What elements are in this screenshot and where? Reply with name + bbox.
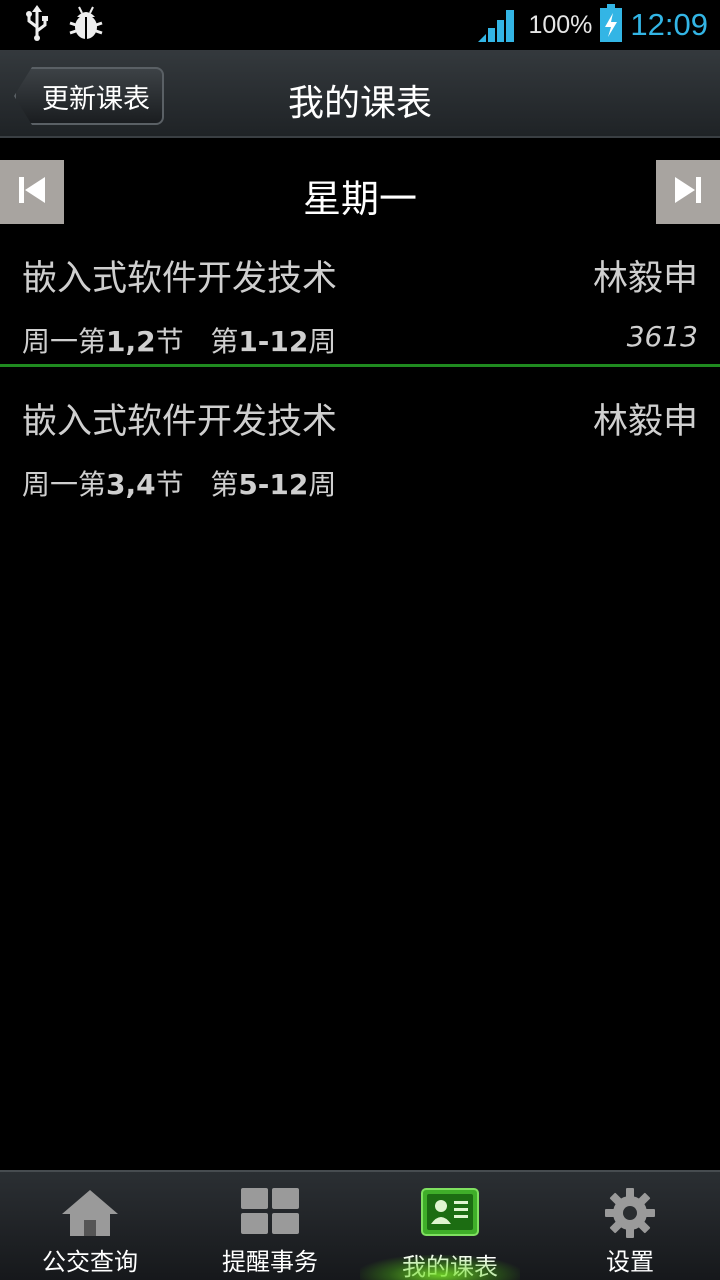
contact-card-icon <box>421 1188 479 1240</box>
status-bar: 100% 12:09 <box>0 0 720 50</box>
tab-reminders[interactable]: 提醒事务 <box>180 1172 360 1280</box>
gear-icon <box>605 1188 655 1242</box>
time-weeks: 1-12 <box>238 325 309 358</box>
time-mid: 节 第 <box>155 468 239 501</box>
course-room: 3613 <box>626 320 698 353</box>
course-teacher: 林毅申 <box>592 402 698 442</box>
page-title: 我的课表 <box>287 83 432 124</box>
battery-charging-icon <box>600 4 623 46</box>
time-sections: 1,2 <box>106 325 156 358</box>
course-item[interactable]: 嵌入式软件开发技术 林毅申 周一第3,4节 第5-12周 <box>0 393 720 503</box>
title-bar: 更新课表 我的课表 <box>0 50 720 138</box>
time-suffix: 周 <box>308 468 337 501</box>
tab-reminders-label: 提醒事务 <box>222 1248 318 1276</box>
tab-bus-query-label: 公交查询 <box>42 1248 138 1276</box>
battery-percent: 100% <box>528 10 593 39</box>
time-prefix: 周一第 <box>22 468 107 501</box>
time-weeks: 5-12 <box>238 468 309 501</box>
tab-settings[interactable]: 设置 <box>540 1172 720 1280</box>
signal-icon <box>478 4 518 46</box>
clock: 12:09 <box>630 7 708 42</box>
grid-icon <box>241 1188 299 1240</box>
course-item[interactable]: 嵌入式软件开发技术 林毅申 周一第1,2节 第1-12周 3613 <box>0 250 720 360</box>
divider <box>0 364 720 367</box>
course-time: 周一第1,2节 第1-12周 <box>22 320 336 360</box>
time-mid: 节 第 <box>155 325 239 358</box>
active-tab-glow <box>360 1255 520 1280</box>
home-icon <box>60 1188 120 1242</box>
time-suffix: 周 <box>308 325 337 358</box>
skip-next-icon <box>673 175 703 209</box>
bug-icon <box>68 5 104 45</box>
next-day-button[interactable] <box>656 160 720 224</box>
tab-settings-label: 设置 <box>606 1248 654 1276</box>
course-teacher: 林毅申 <box>592 259 698 299</box>
course-time: 周一第3,4节 第5-12周 <box>22 463 336 503</box>
course-name: 嵌入式软件开发技术 <box>22 402 338 442</box>
usb-icon <box>24 5 50 45</box>
day-label: 星期一 <box>302 177 417 221</box>
day-navigator: 星期一 <box>0 160 720 224</box>
time-sections: 3,4 <box>106 468 156 501</box>
course-name: 嵌入式软件开发技术 <box>22 259 338 299</box>
time-prefix: 周一第 <box>22 325 107 358</box>
tab-bus-query[interactable]: 公交查询 <box>0 1172 180 1280</box>
